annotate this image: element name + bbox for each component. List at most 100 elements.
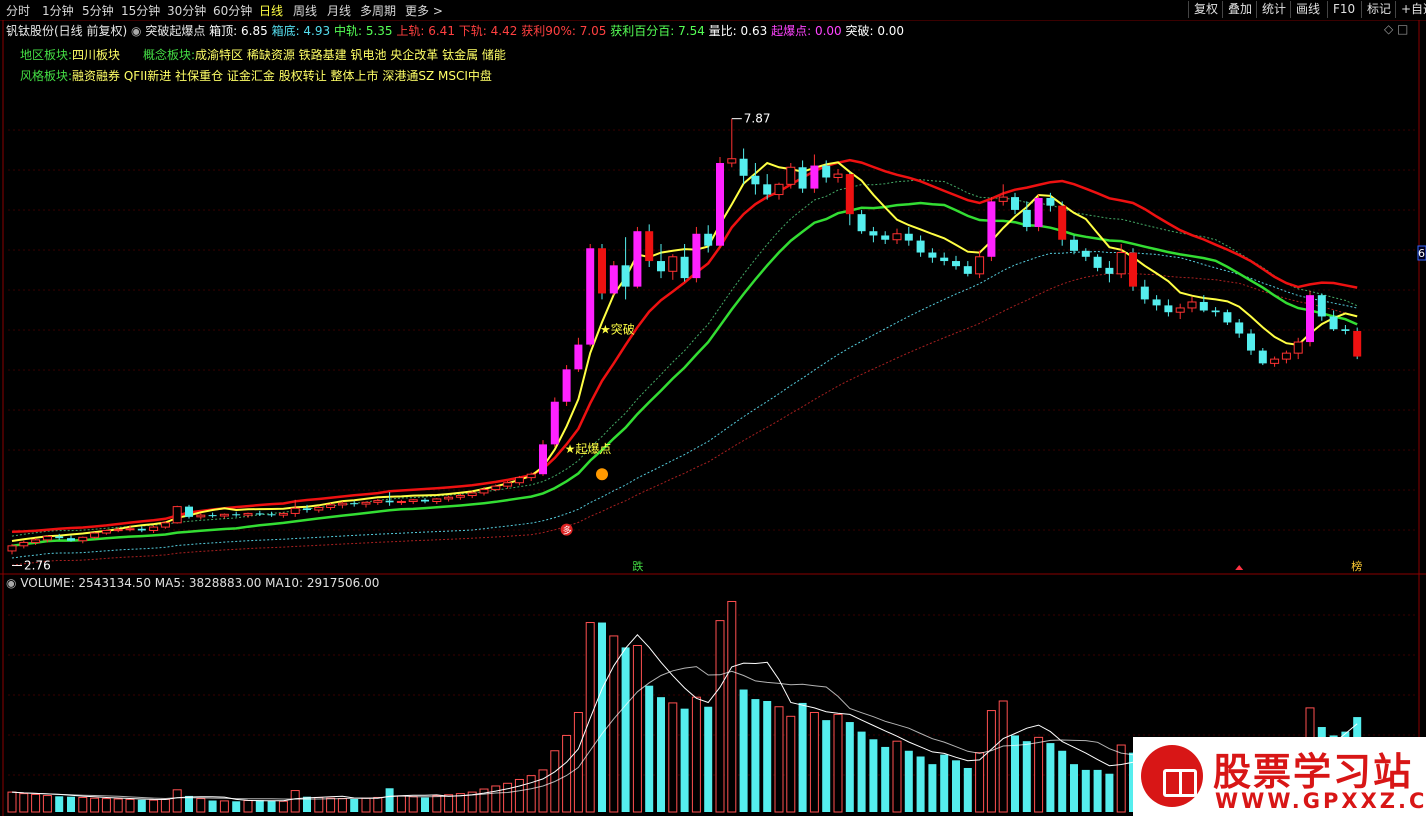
f10-button[interactable]: F10 <box>1327 1 1360 18</box>
candle-body <box>290 507 300 514</box>
candle-body <box>90 532 100 538</box>
candle-body <box>1199 301 1208 311</box>
volume-bar <box>573 711 583 813</box>
candle-body <box>101 529 111 534</box>
indicator-8: 起爆点: 0.00 <box>767 24 842 38</box>
volume-bar <box>763 701 772 812</box>
duo-signal-icon <box>560 523 573 536</box>
volume-bar <box>361 797 371 813</box>
collapse-icon[interactable]: ◉ <box>131 24 141 38</box>
volume-bar <box>172 789 182 813</box>
candle-body <box>208 515 217 517</box>
candle-body <box>680 256 689 279</box>
candle-body <box>963 266 972 274</box>
breakout-signal-label: ★突破 <box>600 322 635 337</box>
volume-bar <box>680 708 689 812</box>
candle-body <box>892 233 902 241</box>
die-marker: 跌 <box>632 559 643 573</box>
candle-body <box>1046 197 1055 206</box>
volume-bar <box>952 760 960 812</box>
candle-body <box>1317 295 1326 317</box>
volume-bar <box>609 635 619 813</box>
volume-info: ◉ VOLUME: 2543134.50 MA5: 3828883.00 MA1… <box>6 576 380 590</box>
candle-body <box>822 165 831 178</box>
volume-bar <box>786 715 796 813</box>
lower-dotted-line <box>11 273 1358 566</box>
candle-body <box>916 240 925 253</box>
volume-bar <box>585 622 595 813</box>
volume-bar <box>562 734 572 813</box>
triangle-marker-icon <box>1235 565 1244 570</box>
volume-bar <box>455 793 465 813</box>
mark-button[interactable]: 标记 <box>1361 1 1396 18</box>
right-edge-label: 6 <box>1418 247 1425 260</box>
restore-rights-button[interactable]: 复权 <box>1188 1 1223 18</box>
candle-body <box>255 513 264 515</box>
upper-dotted-line <box>11 179 1358 537</box>
volume-bar <box>7 791 17 813</box>
candle-body <box>952 261 960 267</box>
candle-body <box>432 498 442 502</box>
candle-body <box>408 499 418 502</box>
volume-bar <box>125 798 135 813</box>
volume-bar <box>1022 741 1031 812</box>
indicator-5: 获利90%: 7.05 <box>517 24 607 38</box>
add-watchlist-button[interactable]: +自选 <box>1395 1 1426 18</box>
stock-title: 钒钛股份(日线 前复权) <box>6 24 128 38</box>
candle-body <box>1270 358 1280 364</box>
candle-body <box>857 214 866 232</box>
kline-chart: 7.87 2.76 ★突破 ★起爆点多跌 榜 6 <box>0 20 1426 816</box>
collapse-icon[interactable]: ◉ <box>6 576 16 590</box>
indicator-6: 获利百分百: 7.54 <box>606 24 705 38</box>
volume-bar <box>514 778 524 813</box>
tab-minute[interactable]: 分时 <box>6 2 30 19</box>
draw-line-button[interactable]: 画线 <box>1290 1 1325 18</box>
candle-body <box>55 536 64 539</box>
tab-60min[interactable]: 60分钟 <box>213 2 252 19</box>
candle-body <box>586 248 595 345</box>
volume-bar <box>160 798 170 813</box>
tab-5min[interactable]: 5分钟 <box>82 2 114 19</box>
indicator-3: 上轨: 6.41 <box>392 24 455 38</box>
indicator-0: 箱顶: 6.85 <box>209 24 268 38</box>
tab-30min[interactable]: 30分钟 <box>167 2 206 19</box>
candle-body <box>1235 322 1244 334</box>
candle-body <box>278 512 288 516</box>
window-controls-icon[interactable]: ◇ □ <box>1384 22 1408 36</box>
candle-body <box>1034 197 1043 227</box>
volume-bar <box>704 706 713 812</box>
tab-1min[interactable]: 1分钟 <box>42 2 74 19</box>
candle-body <box>421 499 429 502</box>
volume-bar <box>998 700 1008 813</box>
tab-more[interactable]: 更多 > <box>405 2 443 19</box>
high-price-label: 7.87 <box>744 112 771 126</box>
candle-body <box>1281 352 1291 360</box>
tab-15min[interactable]: 15分钟 <box>121 2 160 19</box>
volume-bar <box>645 685 654 812</box>
volume-bar <box>798 702 807 812</box>
statistics-button[interactable]: 统计 <box>1256 1 1291 18</box>
tab-daily[interactable]: 日线 <box>259 2 283 19</box>
candle-body <box>1140 286 1149 300</box>
low-price-label: 2.76 <box>24 558 51 572</box>
candle-body <box>1070 239 1078 251</box>
overlay-button[interactable]: 叠加 <box>1222 1 1257 18</box>
tab-monthly[interactable]: 月线 <box>327 2 351 19</box>
tab-weekly[interactable]: 周线 <box>293 2 317 19</box>
volume-bar <box>1070 764 1078 812</box>
candle-body <box>361 501 371 505</box>
candle-body <box>668 256 678 272</box>
candle-body <box>350 503 359 505</box>
candle-body <box>1306 295 1314 343</box>
candle-body <box>137 528 146 531</box>
indicator-values: 箱顶: 6.85 箱底: 4.93 中轨: 5.35 上轨: 6.41 下轨: … <box>209 24 904 38</box>
candle-body <box>716 163 724 246</box>
indicator-4: 下轨: 4.42 <box>454 24 518 38</box>
volume-bar <box>196 798 206 813</box>
volume-bar <box>739 689 748 812</box>
tab-multi-period[interactable]: 多周期 <box>360 2 396 19</box>
volume-bar <box>444 794 454 813</box>
volume-bar <box>1116 744 1126 813</box>
volume-bar <box>668 702 678 813</box>
indicator-7: 量比: 0.63 <box>704 24 768 38</box>
